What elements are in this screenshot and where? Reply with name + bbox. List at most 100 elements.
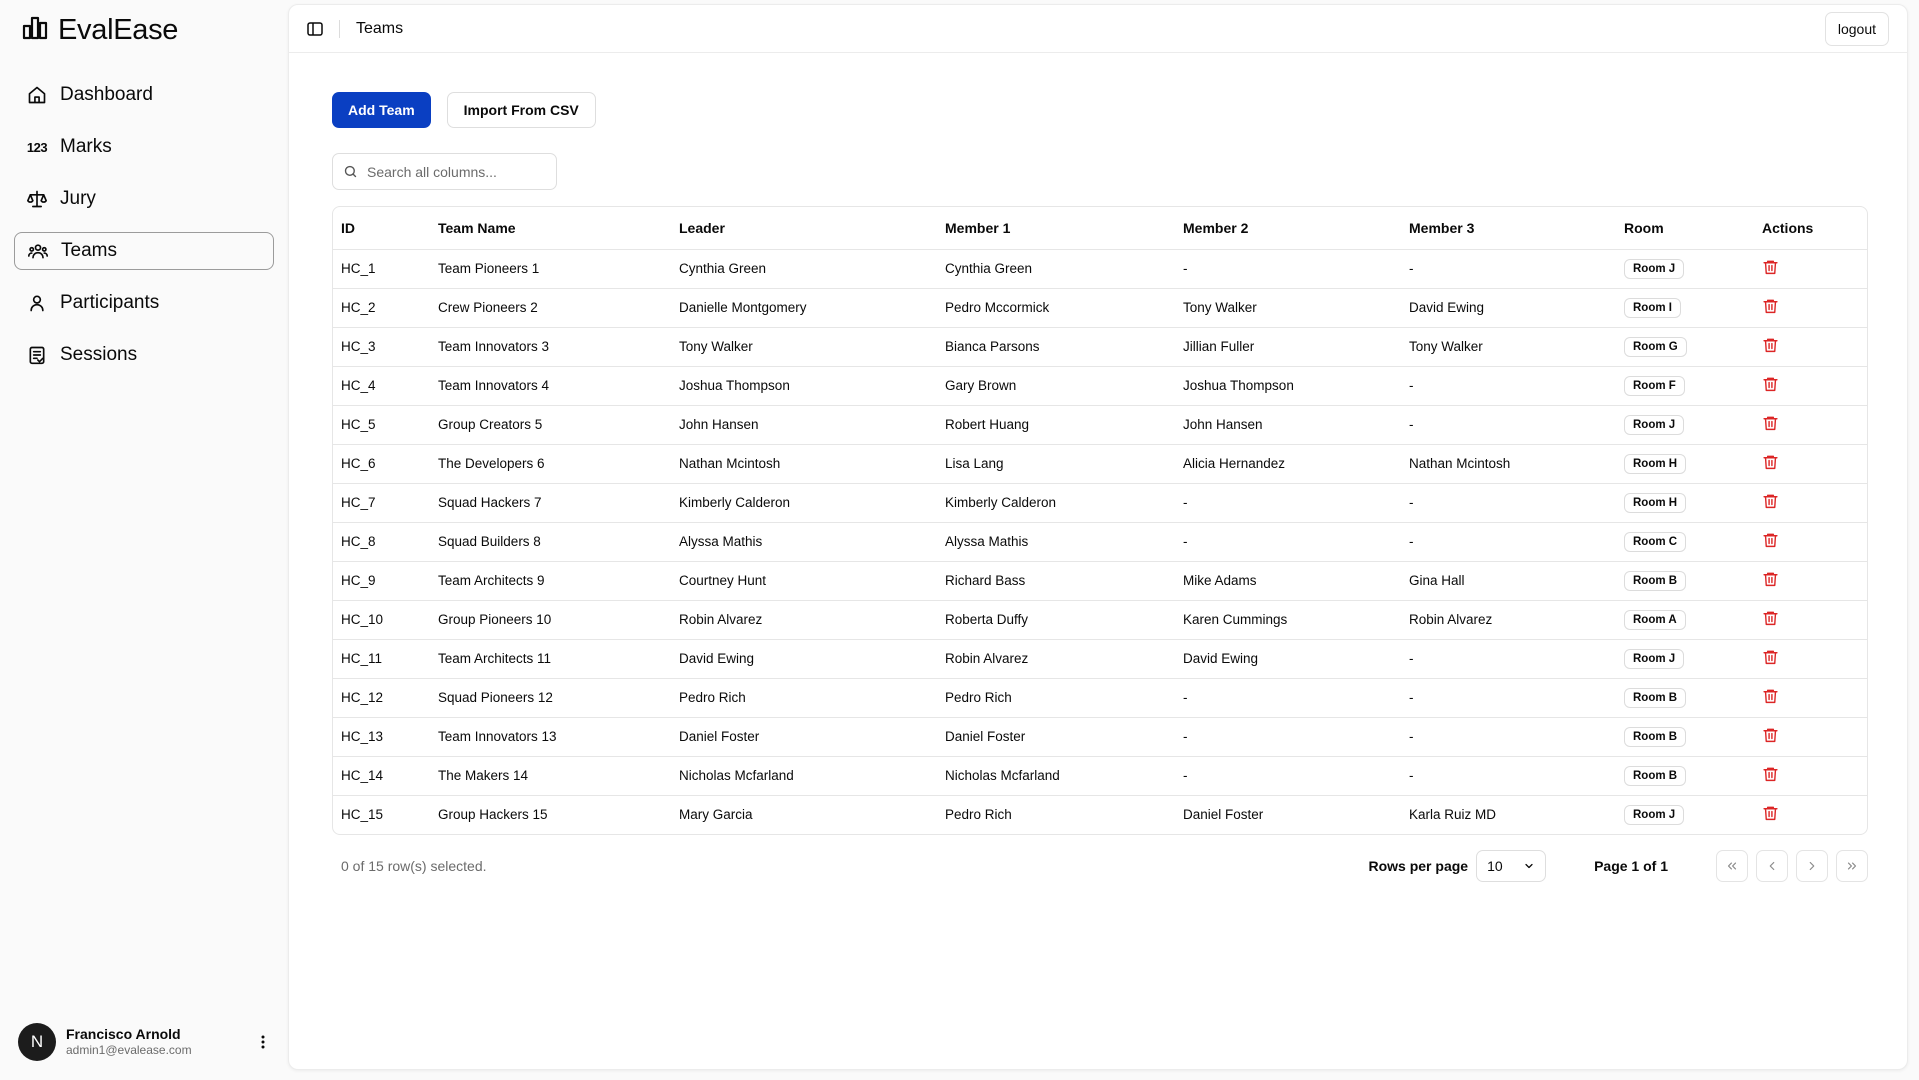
sidebar-item-marks[interactable]: 123 Marks [14, 128, 274, 166]
table-row[interactable]: HC_2 Crew Pioneers 2 Danielle Montgomery Pe… [333, 288, 1867, 328]
actions-cell [1754, 444, 1867, 484]
room-badge: Room G [1624, 336, 1687, 357]
team-name-cell: Team Architects 9 [430, 561, 671, 601]
brand-name: EvalEase [58, 13, 179, 46]
room-cell: Room J [1616, 795, 1754, 834]
member-1-cell: Robin Alvarez [937, 639, 1175, 679]
team-name-cell: Crew Pioneers 2 [430, 288, 671, 328]
room-cell: Room J [1616, 249, 1754, 289]
teams-table: ID Team Name Leader Member 1 Member 2 Member … [332, 206, 1868, 835]
table-row[interactable]: HC_15 Group Hackers 15 Mary Garcia Pedro Ri… [333, 795, 1867, 834]
trash-icon[interactable] [1762, 648, 1779, 666]
room-badge: Room F [1624, 375, 1685, 396]
actions-cell [1754, 288, 1867, 328]
trash-icon[interactable] [1762, 297, 1779, 315]
room-badge: Room H [1624, 492, 1687, 513]
trash-icon[interactable] [1762, 492, 1779, 510]
sidebar-item-participants[interactable]: Participants [14, 284, 274, 322]
member-2-cell: - [1175, 678, 1401, 718]
trash-icon[interactable] [1762, 336, 1779, 354]
member-2-cell: Alicia Hernandez [1175, 444, 1401, 484]
import-csv-button[interactable]: Import From CSV [446, 92, 596, 128]
table-row[interactable]: HC_10 Group Pioneers 10 Robin Alvarez Rober… [333, 600, 1867, 640]
member-2-cell: - [1175, 717, 1401, 757]
member-2-cell: - [1175, 522, 1401, 562]
table-row[interactable]: HC_6 The Developers 6 Nathan Mcintosh Lisa … [333, 444, 1867, 484]
member-2-cell: - [1175, 756, 1401, 796]
column-header-leader: Leader [671, 207, 937, 250]
previous-page-button[interactable] [1756, 850, 1788, 882]
last-page-button[interactable] [1836, 850, 1868, 882]
column-header-actions: Actions [1754, 207, 1867, 250]
member-3-cell: - [1401, 639, 1616, 679]
trash-icon[interactable] [1762, 765, 1779, 783]
trash-icon[interactable] [1762, 375, 1779, 393]
room-badge: Room J [1624, 414, 1685, 435]
next-page-button[interactable] [1796, 850, 1828, 882]
rows-per-page-select[interactable]: 10 [1476, 850, 1547, 882]
actions-cell [1754, 717, 1867, 757]
table-row[interactable]: HC_12 Squad Pioneers 12 Pedro Rich Pedro Ri… [333, 678, 1867, 718]
team-name-cell: Team Innovators 3 [430, 327, 671, 367]
team-name-cell: Team Innovators 13 [430, 717, 671, 757]
trash-icon[interactable] [1762, 804, 1779, 822]
table-row[interactable]: HC_13 Team Innovators 13 Daniel Foster Dani… [333, 717, 1867, 757]
first-page-button[interactable] [1716, 850, 1748, 882]
trash-icon[interactable] [1762, 570, 1779, 588]
table-row[interactable]: HC_1 Team Pioneers 1 Cynthia Green Cynthia … [333, 249, 1867, 289]
table-row[interactable]: HC_9 Team Architects 9 Courtney Hunt Richar… [333, 561, 1867, 601]
room-cell: Room B [1616, 561, 1754, 601]
id-cell: HC_15 [341, 807, 384, 823]
table-body: HC_1 Team Pioneers 1 Cynthia Green Cynthia … [333, 249, 1867, 834]
member-1-cell: Nicholas Mcfarland [937, 756, 1175, 796]
search-box[interactable] [332, 153, 557, 190]
table-row[interactable]: HC_14 The Makers 14 Nicholas Mcfarland Nich… [333, 756, 1867, 796]
table-row[interactable]: HC_4 Team Innovators 4 Joshua Thompson Gary… [333, 366, 1867, 406]
more-vertical-icon[interactable] [253, 1035, 273, 1049]
sidebar-item-sessions[interactable]: Sessions [14, 336, 274, 374]
search-icon [343, 164, 358, 179]
page-indicator: Page 1 of 1 [1594, 858, 1668, 874]
trash-icon[interactable] [1762, 531, 1779, 549]
trash-icon[interactable] [1762, 726, 1779, 744]
team-name-cell: Squad Builders 8 [430, 522, 671, 562]
user-menu[interactable]: N Francisco Arnold admin1@evalease.com [18, 1022, 273, 1062]
table-row[interactable]: HC_8 Squad Builders 8 Alyssa Mathis Alyssa … [333, 522, 1867, 562]
id-cell: HC_11 [333, 639, 430, 679]
sidebar-item-dashboard[interactable]: Dashboard [14, 76, 274, 114]
room-badge: Room B [1624, 726, 1687, 747]
trash-icon[interactable] [1762, 609, 1779, 627]
sidebar-toggle-icon[interactable] [307, 21, 323, 37]
trash-icon[interactable] [1762, 414, 1779, 432]
actions-cell [1754, 366, 1867, 406]
room-badge: Room J [1624, 648, 1685, 669]
search-input[interactable] [367, 163, 537, 180]
add-team-button[interactable]: Add Team [332, 92, 431, 128]
id-cell: HC_9 [333, 561, 430, 601]
table-row[interactable]: HC_3 Team Innovators 3 Tony Walker Bianca P… [333, 327, 1867, 367]
trash-icon[interactable] [1762, 687, 1779, 705]
room-cell: Room B [1616, 678, 1754, 718]
pagination [1716, 850, 1868, 882]
room-badge: Room B [1624, 765, 1687, 786]
sidebar-item-teams[interactable]: Teams [14, 232, 274, 270]
leader-cell: Pedro Rich [671, 678, 937, 718]
sidebar-item-jury[interactable]: Jury [14, 180, 274, 218]
brand-logo[interactable]: EvalEase [22, 12, 178, 48]
table-row[interactable]: HC_11 Team Architects 11 David Ewing Robin … [333, 639, 1867, 679]
trash-icon[interactable] [1762, 453, 1779, 471]
id-cell: HC_5 [333, 405, 430, 445]
leader-cell: Tony Walker [671, 327, 937, 367]
trash-icon[interactable] [1762, 258, 1779, 276]
member-2-cell: Tony Walker [1175, 288, 1401, 328]
actions-cell [1754, 600, 1867, 640]
table-row[interactable]: HC_7 Squad Hackers 7 Kimberly Calderon Kimb… [333, 483, 1867, 523]
actions-cell [1754, 639, 1867, 679]
team-name-cell: Group Pioneers 10 [430, 600, 671, 640]
chevron-right-icon [1805, 859, 1819, 873]
logout-button[interactable]: logout [1824, 11, 1889, 46]
table-row[interactable]: HC_5 Group Creators 5 John Hansen Robert Hu… [333, 405, 1867, 445]
page-title: Teams [356, 19, 404, 37]
room-cell: Room H [1616, 483, 1754, 523]
member-3-cell: Tony Walker [1401, 327, 1616, 367]
